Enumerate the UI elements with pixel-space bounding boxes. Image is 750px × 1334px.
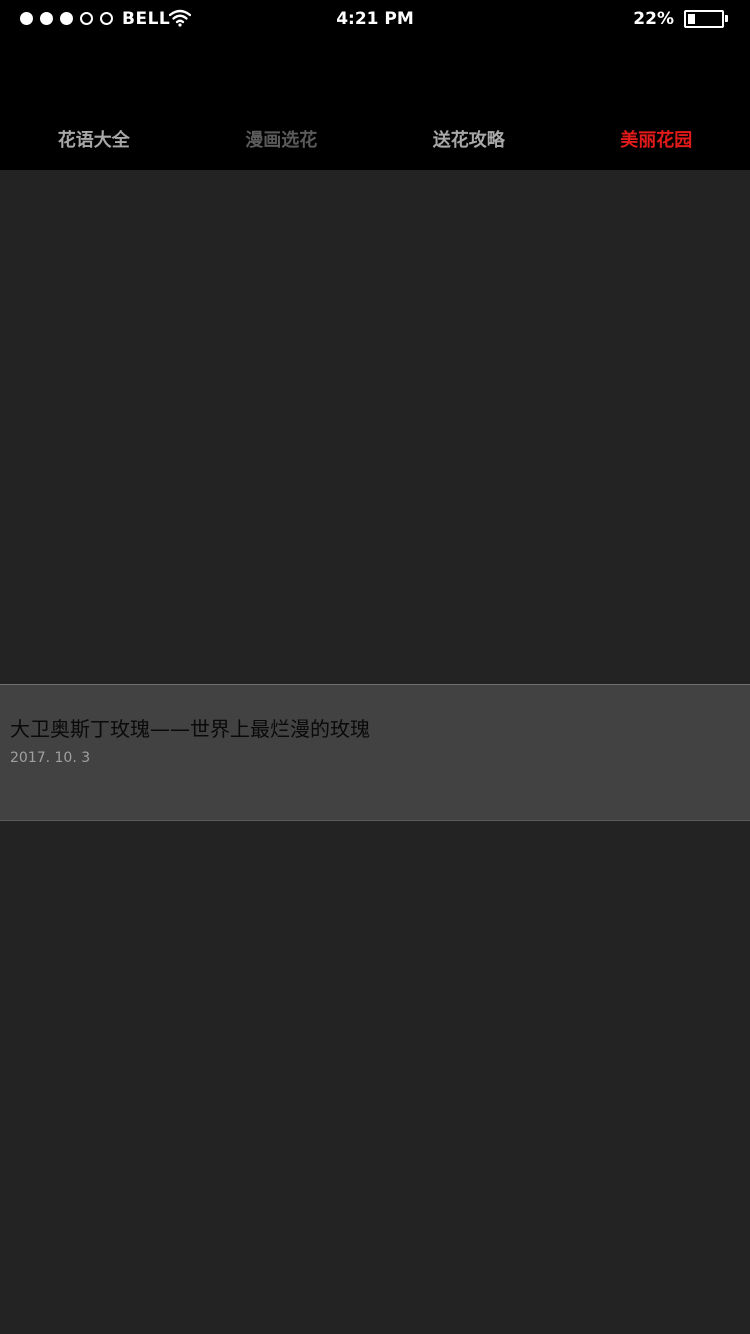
battery-cap — [725, 15, 728, 22]
category-tab-bar: 花语大全 漫画选花 送花攻略 美丽花园 — [0, 112, 750, 184]
tab-label: 送花攻略 — [432, 130, 505, 151]
article-image[interactable] — [0, 170, 750, 684]
battery-percentage: 22% — [633, 9, 674, 29]
article-caption[interactable]: 大卫奥斯丁玫瑰——世界上最烂漫的玫瑰 2017. 10. 3 — [0, 684, 750, 820]
battery-icon — [684, 10, 724, 28]
battery-level-fill — [688, 14, 695, 24]
tab-beautiful-garden[interactable]: 美丽花园 — [563, 112, 750, 184]
article-date: 2017. 10. 3 — [10, 750, 91, 766]
tab-label: 漫画选花 — [245, 130, 318, 151]
tab-label: 美丽花园 — [620, 112, 693, 184]
tab-label: 花语大全 — [57, 130, 130, 151]
status-bar: BELL 4:21 PM 22% — [0, 0, 750, 40]
tab-flower-language[interactable]: 花语大全 — [0, 112, 188, 170]
tab-gifting-guide[interactable]: 送花攻略 — [375, 112, 563, 170]
tab-comic-flowers[interactable]: 漫画选花 — [188, 112, 376, 170]
next-article-image[interactable] — [0, 820, 750, 1334]
article-title: 大卫奥斯丁玫瑰——世界上最烂漫的玫瑰 — [10, 717, 370, 741]
